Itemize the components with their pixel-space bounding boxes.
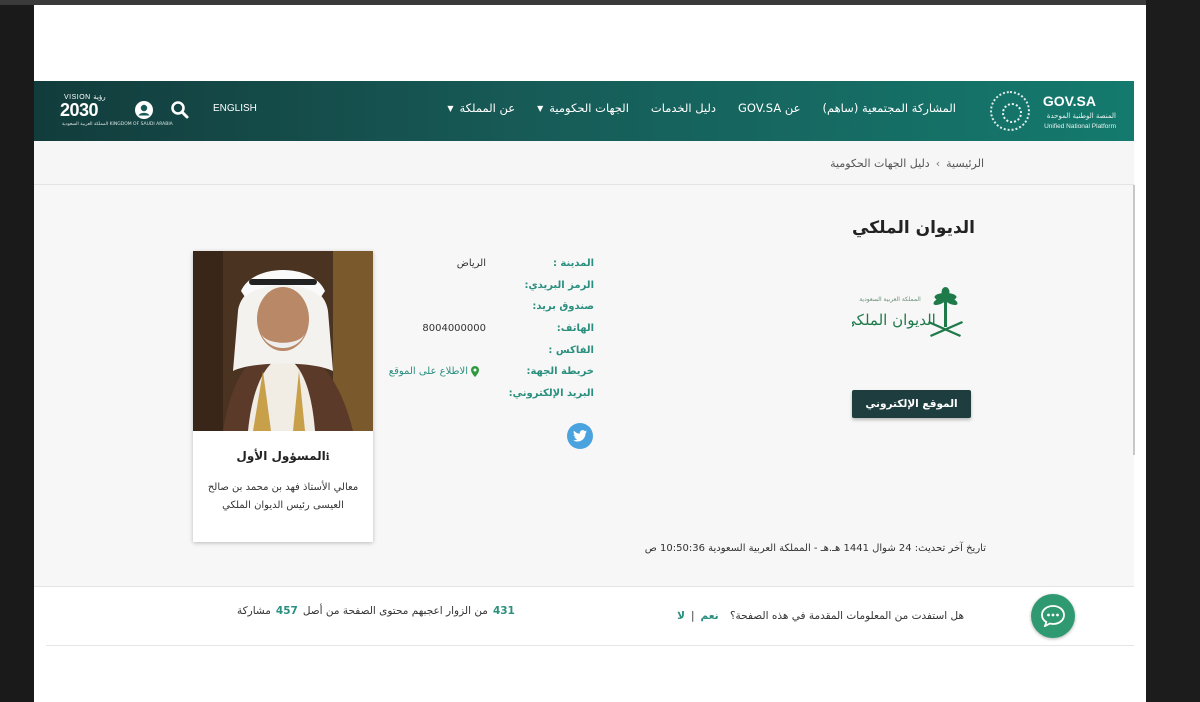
scroll-rule	[1133, 185, 1135, 455]
entity-info-list: المدينة : الرياض الرمز البريدي: صندوق بر…	[374, 255, 594, 407]
info-row-city: المدينة : الرياض	[374, 255, 594, 277]
info-row-map: خريطة الجهة: الاطلاع على الموقع	[374, 363, 594, 385]
separator: |	[690, 610, 695, 622]
website-button[interactable]: الموقع الإلكتروني	[852, 390, 971, 418]
info-value: الرياض	[456, 258, 486, 269]
chevron-left-icon: ›	[935, 157, 941, 170]
emblem-small-text: المملكة العربية السعودية	[859, 296, 921, 303]
govsa-emblem-icon	[990, 91, 1030, 131]
info-row-phone: الهاتف: 8004000000	[374, 320, 594, 342]
official-photo	[193, 251, 373, 431]
logo-title: GOV.SA	[1042, 93, 1096, 109]
last-updated: تاريخ آخر تحديث: 24 شوال 1441 هـ.هـ - ال…	[644, 543, 986, 554]
info-label: خريطة الجهة:	[526, 366, 594, 378]
info-label: المدينة :	[552, 258, 594, 269]
nav-about-kingdom[interactable]: عن المملكة ▼	[447, 101, 515, 115]
entity-title: الديوان الملكي	[852, 218, 975, 238]
official-card: ℹالمسؤول الأول معالي الأستاذ فهد بن محمد…	[193, 251, 373, 542]
header-edge	[1134, 81, 1146, 141]
caret-down-icon: ▼	[447, 103, 454, 113]
info-row-postal-code: الرمز البريدي:	[374, 277, 594, 299]
info-label: الرمز البريدي:	[524, 279, 594, 291]
breadcrumb-current[interactable]: دليل الجهات الحكومية	[830, 157, 930, 170]
divider	[46, 645, 1134, 646]
search-icon[interactable]	[170, 100, 190, 120]
info-circle-icon: ℹ	[325, 452, 330, 463]
logo-subtitle-ar: المنصة الوطنية الموحدة	[1046, 112, 1116, 120]
site-header: GOV.SA المنصة الوطنية الموحدة Unified Na…	[34, 81, 1134, 141]
browser-viewport: GOV.SA المنصة الوطنية الموحدة Unified Na…	[34, 5, 1146, 702]
nav-label: عن GOV.SA	[738, 101, 801, 115]
vision-line2: 2030	[60, 100, 99, 120]
nav-government-entities[interactable]: الجهات الحكومية ▼	[537, 101, 629, 115]
main-nav: عن المملكة ▼ الجهات الحكومية ▼ دليل الخد…	[447, 101, 956, 115]
question-text: هل استفدت من المعلومات المقدمة في هذه ال…	[729, 610, 964, 622]
feedback-bar	[34, 586, 1134, 646]
royal-court-emblem: المملكة العربية السعودية الديوان الملكي	[844, 283, 972, 343]
nav-label: دليل الخدمات	[650, 101, 716, 115]
caret-down-icon: ▼	[537, 103, 544, 113]
info-row-fax: الفاكس :	[374, 342, 594, 364]
nav-community-participation[interactable]: المشاركة المجتمعية (ساهم)	[822, 101, 956, 115]
nav-label: الجهات الحكومية	[549, 101, 629, 115]
screen-right-border	[1146, 0, 1200, 702]
chat-button[interactable]	[1031, 594, 1075, 638]
view-location-link[interactable]: الاطلاع على الموقع	[388, 366, 479, 378]
feedback-stats: 431 من الزوار اعجبهم محتوى الصفحة من أصل 4…	[237, 605, 520, 617]
total-count: 457	[275, 605, 298, 617]
language-switch[interactable]: ENGLISH	[213, 103, 257, 114]
vision-line3: المملكة العربية السعودية KINGDOM OF SAUD…	[62, 122, 173, 127]
info-label: الهاتف:	[556, 323, 594, 335]
map-pin-icon	[471, 366, 479, 378]
govsa-logo[interactable]: GOV.SA المنصة الوطنية الموحدة Unified Na…	[990, 89, 1118, 133]
feedback-yes[interactable]: نعم	[701, 610, 719, 622]
breadcrumb: الرئيسية › دليل الجهات الحكومية	[830, 157, 984, 170]
info-label: البريد الإلكتروني:	[508, 388, 594, 400]
official-description: معالي الأستاذ فهد بن محمد بن صالح العيسى…	[207, 482, 359, 511]
official-title: ℹالمسؤول الأول	[193, 449, 373, 463]
feedback-no[interactable]: لا	[677, 610, 685, 622]
twitter-icon[interactable]	[567, 423, 593, 449]
nav-services-guide[interactable]: دليل الخدمات	[651, 101, 716, 115]
nav-label: عن المملكة	[459, 101, 516, 115]
nav-about-govsa[interactable]: عن GOV.SA	[738, 101, 800, 115]
feedback-question: هل استفدت من المعلومات المقدمة في هذه ال…	[677, 610, 964, 622]
view-location-label: الاطلاع على الموقع	[388, 366, 468, 378]
info-row-po-box: صندوق بريد:	[374, 298, 594, 320]
nav-label: المشاركة المجتمعية (ساهم)	[822, 101, 956, 115]
phone-value[interactable]: 8004000000	[422, 323, 486, 334]
breadcrumb-home[interactable]: الرئيسية	[946, 157, 984, 170]
info-label: صندوق بريد:	[532, 301, 594, 313]
vision-2030-logo[interactable]: VISION رؤية 2030 المملكة العربية السعودي…	[60, 93, 173, 131]
total-text: مشاركة	[237, 605, 271, 617]
breadcrumb-bar: الرئيسية › دليل الجهات الحكومية	[34, 141, 1134, 185]
chat-bubble-icon	[1041, 605, 1065, 627]
official-title-text: المسؤول الأول	[236, 449, 326, 463]
liked-text: من الزوار اعجبهم محتوى الصفحة من أصل	[302, 605, 488, 617]
info-row-email: البريد الإلكتروني:	[374, 385, 594, 407]
emblem-text: الديوان الملكي	[852, 311, 936, 329]
user-icon[interactable]	[134, 100, 154, 120]
logo-subtitle-en: Unified National Platform	[1044, 123, 1116, 130]
info-label: الفاكس :	[548, 344, 594, 356]
liked-count: 431	[492, 605, 515, 617]
